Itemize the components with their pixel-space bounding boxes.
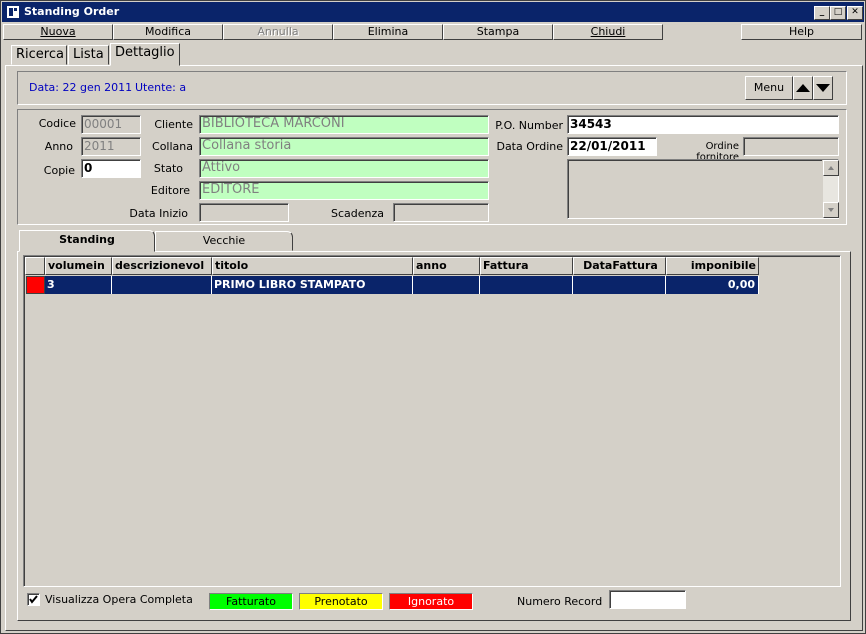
editore-label: Editore — [150, 184, 190, 197]
scroll-up-icon — [828, 166, 834, 170]
chiudi-label: Chiudi — [590, 25, 626, 38]
next-record-button[interactable] — [813, 76, 833, 100]
tab-dettaglio[interactable]: Dettaglio — [110, 43, 180, 66]
note-scrollbar[interactable] — [822, 160, 839, 218]
app-icon — [7, 6, 19, 18]
scadenza-field[interactable] — [393, 203, 489, 222]
table-row-volume[interactable]: 3 — [45, 276, 112, 294]
cliente-field[interactable]: BIBLIOTECA MARCONI — [199, 115, 489, 134]
copie-label: Copie — [43, 164, 75, 177]
codice-field[interactable]: 00001 — [81, 115, 141, 134]
nuova-button[interactable]: Nuova — [3, 24, 113, 40]
arrow-down-icon — [816, 84, 830, 92]
tab-ricerca[interactable]: Ricerca — [11, 45, 67, 65]
standing-order-window: Standing Order _ □ ✕ Nuova Modifica Annu… — [0, 0, 866, 634]
data-ordine-label: Data Ordine — [496, 140, 563, 153]
collana-field[interactable]: Collana storia — [199, 137, 489, 156]
cliente-label: Cliente — [154, 118, 193, 131]
annulla-button[interactable]: Annulla — [223, 24, 333, 40]
table-row-datafattura[interactable] — [573, 276, 666, 294]
utente-text: Utente: a — [135, 81, 187, 94]
prev-record-button[interactable] — [793, 76, 813, 100]
tab-ricerca-label: Ricerca — [16, 47, 64, 62]
col-titolo-header[interactable]: titolo — [212, 257, 413, 275]
checkmark-icon — [29, 595, 38, 604]
col-descrizione-header[interactable]: descrizionevol — [112, 257, 212, 275]
stato-label: Stato — [153, 162, 183, 175]
maximize-button[interactable]: □ — [830, 6, 846, 20]
note-textarea[interactable] — [567, 159, 839, 219]
numero-record-field[interactable] — [609, 590, 686, 609]
maximize-icon: □ — [833, 7, 843, 17]
editore-field[interactable]: EDITORE — [199, 181, 489, 200]
arrow-up-icon — [796, 84, 810, 92]
tab-dettaglio-label: Dettaglio — [115, 45, 175, 60]
menu-label: Menu — [753, 81, 785, 94]
table-row-anno[interactable] — [413, 276, 480, 294]
grid-corner — [25, 257, 45, 275]
data-text: Data: 22 gen 2011 — [29, 81, 133, 94]
title-bar[interactable]: Standing Order _ □ ✕ — [2, 2, 864, 22]
scroll-down-icon — [828, 208, 834, 212]
annulla-label: Annulla — [257, 25, 299, 38]
modifica-button[interactable]: Modifica — [113, 24, 223, 40]
minimize-button[interactable]: _ — [814, 6, 830, 20]
fatturato-badge: Fatturato — [209, 593, 293, 610]
data-inizio-field[interactable] — [199, 203, 289, 222]
nuova-label: Nuova — [40, 25, 76, 38]
tab-vecchie-label: Vecchie — [202, 234, 246, 247]
stampa-button[interactable]: Stampa — [443, 24, 553, 40]
visualizza-checkbox[interactable] — [27, 593, 40, 606]
col-anno-header[interactable]: anno — [413, 257, 480, 275]
po-number-field[interactable]: 34543 — [567, 115, 839, 134]
table-row-descrizione[interactable] — [112, 276, 212, 294]
close-icon: ✕ — [851, 7, 859, 17]
ignorato-badge: Ignorato — [389, 593, 473, 610]
po-number-label: P.O. Number — [495, 119, 563, 132]
col-fattura-header[interactable]: Fattura — [480, 257, 573, 275]
col-datafattura-header[interactable]: DataFattura — [573, 257, 666, 275]
col-volume-header[interactable]: volumein — [45, 257, 112, 275]
window-title: Standing Order — [24, 5, 120, 18]
codice-label: Codice — [38, 117, 76, 130]
table-row-titolo[interactable]: PRIMO LIBRO STAMPATO — [212, 276, 413, 294]
tab-standing-label: Standing — [59, 233, 115, 246]
scadenza-label: Scadenza — [330, 207, 384, 220]
modifica-label: Modifica — [145, 25, 191, 38]
elimina-button[interactable]: Elimina — [333, 24, 443, 40]
visualizza-label: Visualizza Opera Completa — [45, 593, 193, 606]
stato-field[interactable]: Attivo — [199, 159, 489, 178]
row-marker[interactable] — [26, 276, 45, 294]
help-label: Help — [788, 25, 815, 38]
help-button[interactable]: Help — [741, 24, 862, 40]
ordine-fornitore-field[interactable] — [743, 137, 839, 156]
copie-field[interactable]: 0 — [81, 159, 141, 178]
chiudi-button[interactable]: Chiudi — [553, 24, 663, 40]
minimize-icon: _ — [819, 7, 825, 17]
anno-label: Anno — [44, 140, 73, 153]
data-ordine-field[interactable]: 22/01/2011 — [567, 137, 657, 156]
tab-lista[interactable]: Lista — [68, 45, 109, 65]
elimina-label: Elimina — [367, 25, 409, 38]
col-imponibile-header[interactable]: imponibile — [666, 257, 759, 275]
tab-standing[interactable]: Standing — [19, 230, 155, 252]
collana-label: Collana — [152, 140, 193, 153]
prenotato-badge: Prenotato — [299, 593, 383, 610]
data-inizio-label: Data Inizio — [129, 207, 188, 220]
anno-field[interactable]: 2011 — [81, 137, 141, 156]
table-row-fattura[interactable] — [480, 276, 573, 294]
standing-grid[interactable] — [23, 255, 841, 587]
scroll-down-button[interactable] — [823, 202, 839, 218]
scroll-up-button[interactable] — [823, 160, 839, 176]
tab-lista-label: Lista — [73, 47, 104, 62]
numero-record-label: Numero Record — [517, 595, 603, 608]
table-row-imponibile[interactable]: 0,00 — [666, 276, 759, 294]
stampa-label: Stampa — [476, 25, 520, 38]
close-button[interactable]: ✕ — [847, 6, 863, 20]
menu-button[interactable]: Menu — [745, 76, 793, 100]
tab-vecchie[interactable]: Vecchie — [155, 231, 293, 251]
